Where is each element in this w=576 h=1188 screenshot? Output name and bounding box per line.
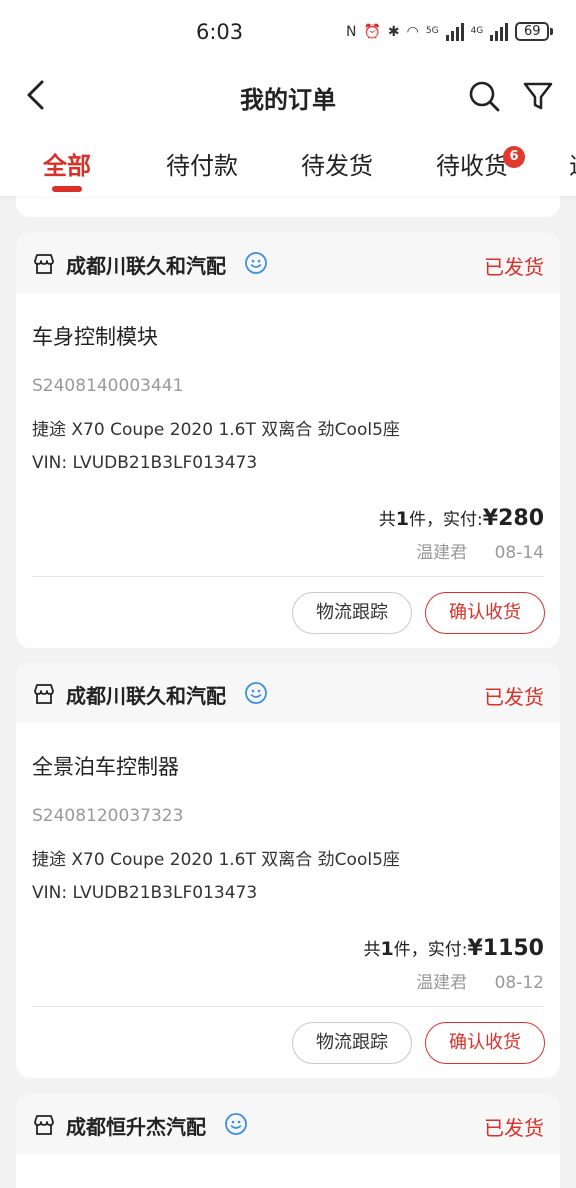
status-bar: 6:03 N ⏰ ✱ ◠ 5G 4G 69: [0, 0, 576, 66]
tab-pending-receipt[interactable]: 待收货: [436, 146, 508, 181]
order-total: ¥1150: [467, 936, 544, 961]
divider: [32, 1006, 544, 1007]
customer-service-icon[interactable]: [244, 681, 268, 705]
battery-icon: 69: [515, 22, 554, 41]
wifi-icon: ◠: [406, 23, 419, 40]
card-header: 成都川联久和汽配 已发货: [16, 663, 560, 723]
bluetooth-icon: ✱: [387, 23, 400, 40]
vin-value: LVUDB21B3LF013473: [72, 453, 258, 473]
confirm-receipt-button[interactable]: 确认收货: [425, 1022, 545, 1064]
network-4g-label: 4G: [470, 26, 484, 36]
tab-badge: 6: [503, 146, 525, 168]
vin-row: VIN: LVUDB21B3LF013473: [32, 453, 257, 473]
card-header: 成都恒升杰汽配 已发货: [16, 1094, 560, 1154]
confirm-receipt-button[interactable]: 确认收货: [425, 592, 545, 634]
store-icon: [34, 1115, 54, 1135]
vin-value: LVUDB21B3LF013473: [72, 883, 258, 903]
vehicle-model: 捷途 X70 Coupe 2020 1.6T 双离合 劲Cool5座: [32, 850, 400, 870]
order-card[interactable]: 成都恒升杰汽配 已发货: [16, 1094, 560, 1188]
order-meta: 温建君 08-12: [416, 968, 544, 993]
order-summary: 共 1 件，实付: ¥1150: [363, 936, 544, 961]
tab-pending-payment[interactable]: 待付款: [166, 146, 238, 181]
order-total: ¥280: [482, 506, 544, 531]
battery-level: 69: [515, 22, 550, 41]
tab-all[interactable]: 全部: [43, 146, 91, 181]
vehicle-model: 捷途 X70 Coupe 2020 1.6T 双离合 劲Cool5座: [32, 420, 400, 440]
tab-pending-shipment[interactable]: 待发货: [301, 146, 373, 181]
tab-refund[interactable]: 退: [569, 146, 576, 181]
store-icon: [34, 254, 54, 274]
vin-label: VIN:: [32, 453, 68, 473]
signal-icon: [445, 22, 464, 41]
order-number: S2408140003441: [32, 376, 184, 396]
divider: [32, 576, 544, 577]
search-icon[interactable]: [466, 78, 502, 114]
product-name: 车身控制模块: [32, 325, 158, 349]
order-number: S2408120037323: [32, 806, 184, 826]
order-summary: 共 1 件，实付: ¥280: [378, 506, 544, 531]
signal-icon-2: [490, 22, 509, 41]
order-date: 08-14: [494, 543, 544, 563]
nfc-icon: N: [346, 23, 357, 40]
alarm-icon: ⏰: [363, 23, 381, 40]
store-icon: [34, 684, 54, 704]
buyer-name: 温建君: [416, 973, 468, 993]
order-card[interactable]: 成都川联久和汽配 已发货 全景泊车控制器 S2408120037323 捷途 X…: [16, 663, 560, 1078]
order-status: 已发货: [484, 685, 544, 709]
item-count: 1: [395, 508, 410, 530]
order-date: 08-12: [494, 973, 544, 993]
order-meta: 温建君 08-14: [416, 538, 544, 563]
item-count: 1: [380, 938, 394, 960]
order-status: 已发货: [484, 255, 544, 279]
active-tab-indicator: [52, 186, 82, 192]
buyer-name: 温建君: [416, 543, 468, 563]
vin-label: VIN:: [32, 883, 68, 903]
customer-service-icon[interactable]: [224, 1112, 248, 1136]
network-5g-label: 5G: [425, 26, 439, 36]
logistics-button[interactable]: 物流跟踪: [292, 592, 412, 634]
clock: 6:03: [196, 20, 244, 44]
filter-icon[interactable]: [520, 78, 556, 114]
vin-row: VIN: LVUDB21B3LF013473: [32, 883, 257, 903]
shop-name[interactable]: 成都川联久和汽配: [66, 250, 226, 279]
status-icons: N ⏰ ✱ ◠ 5G 4G 69: [346, 22, 554, 41]
order-tabs: 全部 待付款 待发货 待收货 退: [0, 126, 576, 196]
order-status: 已发货: [484, 1116, 544, 1140]
logistics-button[interactable]: 物流跟踪: [292, 1022, 412, 1064]
product-name: 全景泊车控制器: [32, 755, 179, 779]
customer-service-icon[interactable]: [244, 251, 268, 275]
card-header: 成都川联久和汽配 已发货: [16, 233, 560, 293]
shop-name[interactable]: 成都恒升杰汽配: [66, 1111, 206, 1140]
order-card[interactable]: 成都川联久和汽配 已发货 车身控制模块 S2408140003441 捷途 X7…: [16, 233, 560, 648]
nav-header: 我的订单: [0, 66, 576, 126]
shop-name[interactable]: 成都川联久和汽配: [66, 680, 226, 709]
